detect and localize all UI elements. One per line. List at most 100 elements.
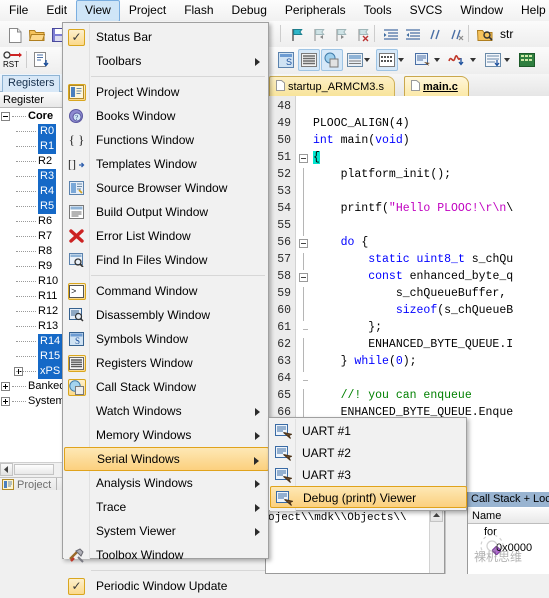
- menu-item-disassembly-window[interactable]: Disassembly Window: [64, 303, 269, 327]
- menu-view[interactable]: View: [76, 0, 120, 22]
- menu-svcs[interactable]: SVCS: [401, 0, 452, 22]
- output-vscrollbar[interactable]: [429, 509, 444, 573]
- menu-item-serial-windows[interactable]: Serial Windows: [64, 447, 269, 471]
- register-row[interactable]: R10: [0, 274, 64, 289]
- register-row[interactable]: R3: [0, 169, 64, 184]
- register-row[interactable]: R0: [0, 124, 64, 139]
- menu-window[interactable]: Window: [451, 0, 512, 22]
- fold-toggle-icon[interactable]: [299, 239, 308, 248]
- register-row[interactable]: R4: [0, 184, 64, 199]
- expand-icon[interactable]: [1, 382, 10, 391]
- menu-item-error-list-window[interactable]: Error List Window: [64, 224, 269, 248]
- output-pane[interactable]: oject\\mdk\\Objects\\: [265, 508, 445, 574]
- open-folder-icon[interactable]: [26, 24, 48, 46]
- call-stack-tab[interactable]: Call Stack + Loc: [468, 492, 549, 507]
- menu-help[interactable]: Help: [512, 0, 549, 22]
- watch-window-icon[interactable]: [344, 49, 366, 71]
- symbols-window-icon[interactable]: S: [275, 49, 297, 71]
- menu-file[interactable]: File: [0, 0, 37, 22]
- menu-item-source-browser-window[interactable]: Source Browser Window: [64, 176, 269, 200]
- register-row[interactable]: R2: [0, 154, 64, 169]
- register-row[interactable]: Banked: [0, 379, 64, 394]
- bookmark-prev-icon[interactable]: [308, 24, 330, 46]
- tab-main-c[interactable]: main.c: [404, 76, 469, 96]
- submenu-item-uart-1[interactable]: UART #1: [270, 420, 467, 442]
- menu-debug[interactable]: Debug: [223, 0, 276, 22]
- step-into-icon[interactable]: [30, 49, 52, 71]
- register-row[interactable]: R1: [0, 139, 64, 154]
- scroll-left-arrow-icon[interactable]: [0, 463, 13, 476]
- system-viewer-icon[interactable]: [516, 49, 538, 71]
- bookmark-next-icon[interactable]: [330, 24, 352, 46]
- analysis-icon[interactable]: [482, 49, 504, 71]
- menu-item-status-bar[interactable]: ✓ Status Bar: [64, 25, 269, 49]
- bookmark-icon[interactable]: [286, 24, 308, 46]
- submenu-item-uart-2[interactable]: UART #2: [270, 442, 467, 464]
- menu-item-call-stack-window[interactable]: Call Stack Window: [64, 375, 269, 399]
- registers-tab[interactable]: Registers: [2, 75, 61, 93]
- menu-item-label: Serial Windows: [97, 452, 180, 466]
- registers-hscrollbar[interactable]: [0, 462, 64, 477]
- scroll-thumb[interactable]: [14, 464, 54, 475]
- register-row[interactable]: R5: [0, 199, 64, 214]
- submenu-item-debug-printf-viewer[interactable]: Debug (printf) Viewer: [270, 486, 467, 508]
- call-stack-row[interactable]: 0x0000: [468, 541, 549, 556]
- registers-window-icon[interactable]: [298, 49, 320, 71]
- menu-tools[interactable]: Tools: [355, 0, 401, 22]
- menu-item-periodic-window-update[interactable]: ✓ Periodic Window Update: [64, 574, 269, 598]
- menu-item-build-output-window[interactable]: Build Output Window: [64, 200, 269, 224]
- register-row[interactable]: R15: [0, 349, 64, 364]
- project-tab[interactable]: Project: [0, 477, 64, 490]
- register-row[interactable]: R6: [0, 214, 64, 229]
- register-row[interactable]: R8: [0, 244, 64, 259]
- menu-edit[interactable]: Edit: [37, 0, 76, 22]
- tab-startup-armcm3-s[interactable]: startup_ARMCM3.s: [269, 76, 395, 96]
- register-row[interactable]: R9: [0, 259, 64, 274]
- menu-item-functions-window[interactable]: { } Functions Window: [64, 128, 269, 152]
- menu-item-system-viewer[interactable]: System Viewer: [64, 519, 269, 543]
- comment-icon[interactable]: [424, 24, 446, 46]
- submenu-item-uart-3[interactable]: UART #3: [270, 464, 467, 486]
- templates-window-icon: []: [67, 155, 86, 173]
- register-row[interactable]: R13: [0, 319, 64, 334]
- register-row[interactable]: R7: [0, 229, 64, 244]
- menu-item-command-window[interactable]: > Command Window: [64, 279, 269, 303]
- register-row[interactable]: xPS: [0, 364, 64, 379]
- register-row[interactable]: R12: [0, 304, 64, 319]
- menu-item-books-window[interactable]: ? Books Window: [64, 104, 269, 128]
- trace-icon[interactable]: [446, 49, 468, 71]
- menu-item-memory-windows[interactable]: Memory Windows: [64, 423, 269, 447]
- menu-item-toolbars[interactable]: Toolbars: [64, 49, 269, 73]
- menu-item-project-window[interactable]: Project Window: [64, 80, 269, 104]
- menu-flash[interactable]: Flash: [175, 0, 222, 22]
- memory-window-icon[interactable]: [376, 49, 398, 71]
- menu-peripherals[interactable]: Peripherals: [276, 0, 355, 22]
- indent-icon[interactable]: [380, 24, 402, 46]
- menu-item-trace[interactable]: Trace: [64, 495, 269, 519]
- register-row[interactable]: R11: [0, 289, 64, 304]
- call-stack-row[interactable]: for: [468, 525, 549, 540]
- register-row[interactable]: System: [0, 394, 64, 409]
- serial-window-icon[interactable]: [412, 49, 434, 71]
- register-row[interactable]: Core: [0, 109, 64, 124]
- menu-item-watch-windows[interactable]: Watch Windows: [64, 399, 269, 423]
- menu-item-templates-window[interactable]: [] Templates Window: [64, 152, 269, 176]
- menu-item-find-in-files-window[interactable]: Find In Files Window: [64, 248, 269, 272]
- register-row[interactable]: R14: [0, 334, 64, 349]
- menu-item-analysis-windows[interactable]: Analysis Windows: [64, 471, 269, 495]
- find-in-files-icon[interactable]: [474, 24, 496, 46]
- new-file-icon[interactable]: [4, 24, 26, 46]
- menu-project[interactable]: Project: [120, 0, 175, 22]
- uncomment-icon[interactable]: [446, 24, 468, 46]
- expand-icon[interactable]: [1, 397, 10, 406]
- collapse-icon[interactable]: [1, 112, 10, 121]
- outdent-icon[interactable]: [402, 24, 424, 46]
- fold-toggle-icon[interactable]: [299, 273, 308, 282]
- menu-item-symbols-window[interactable]: S Symbols Window: [64, 327, 269, 351]
- menu-item-registers-window[interactable]: Registers Window: [64, 351, 269, 375]
- call-stack-window-icon[interactable]: [321, 49, 343, 71]
- menu-item-toolbox-window[interactable]: Toolbox Window: [64, 543, 269, 567]
- fold-toggle-icon[interactable]: [299, 154, 308, 163]
- reset-icon[interactable]: RST: [2, 49, 24, 71]
- bookmark-clear-icon[interactable]: [352, 24, 374, 46]
